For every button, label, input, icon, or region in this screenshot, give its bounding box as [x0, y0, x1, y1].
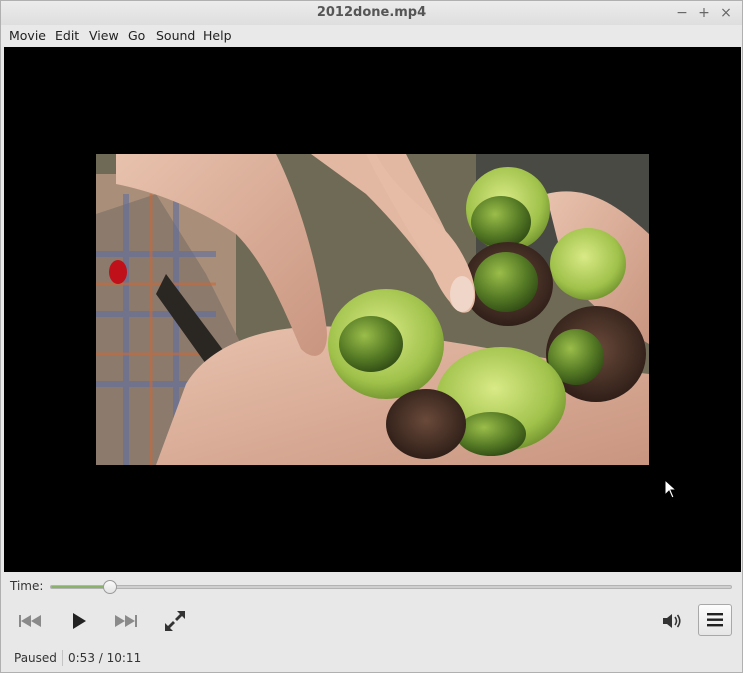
seek-row: Time: — [1, 576, 742, 598]
menu-help[interactable]: Help — [203, 28, 232, 43]
menu-edit[interactable]: Edit — [55, 28, 79, 43]
playback-time: 0:53 / 10:11 — [68, 651, 142, 665]
fullscreen-button[interactable] — [158, 604, 192, 638]
close-button[interactable]: × — [717, 4, 735, 22]
title-bar[interactable]: 2012done.mp4 − + × — [1, 1, 742, 25]
player-menu-button[interactable] — [698, 604, 732, 636]
menu-sound[interactable]: Sound — [156, 28, 195, 43]
volume-icon — [663, 614, 681, 628]
play-icon — [73, 613, 86, 629]
menu-view[interactable]: View — [89, 28, 119, 43]
seek-bar[interactable] — [50, 580, 732, 594]
hamburger-menu-icon — [707, 613, 723, 627]
menu-movie[interactable]: Movie — [9, 28, 46, 43]
fullscreen-icon — [165, 611, 185, 631]
maximize-button[interactable]: + — [695, 4, 713, 22]
next-button[interactable] — [109, 604, 143, 638]
skip-forward-icon — [115, 615, 137, 627]
play-button[interactable] — [62, 604, 96, 638]
video-display[interactable] — [4, 47, 741, 572]
minimize-button[interactable]: − — [673, 4, 691, 22]
menu-go[interactable]: Go — [128, 28, 145, 43]
menu-bar: Movie Edit View Go Sound Help — [1, 25, 742, 46]
mouse-cursor-icon — [664, 479, 678, 499]
seek-bar-progress — [51, 586, 111, 588]
seek-handle[interactable] — [103, 580, 118, 594]
previous-button[interactable] — [13, 604, 47, 638]
volume-button[interactable] — [655, 604, 689, 638]
video-player-window: 2012done.mp4 − + × Movie Edit View Go So… — [0, 0, 743, 673]
status-bar: Paused 0:53 / 10:11 — [1, 647, 742, 671]
window-title: 2012done.mp4 — [316, 5, 427, 20]
playback-state: Paused — [14, 651, 57, 665]
video-frame — [96, 154, 649, 465]
status-divider — [62, 650, 63, 666]
skip-back-icon — [19, 615, 41, 627]
time-label: Time: — [10, 579, 44, 593]
